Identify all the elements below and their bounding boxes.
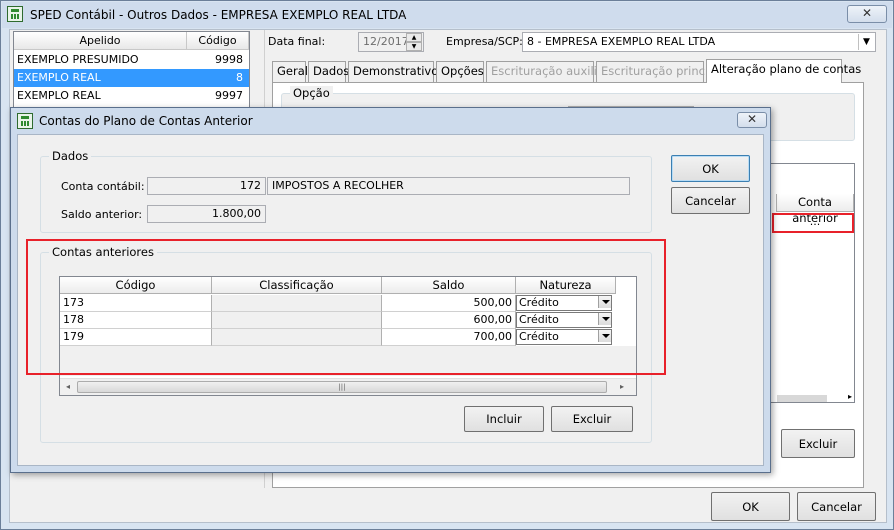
empresa-label: Empresa/SCP: [446,35,523,48]
company-row[interactable]: EXEMPLO PRESUMIDO 9998 [14,51,249,69]
ok-button[interactable]: OK [711,492,790,521]
tab-escrituracao-auxiliar: Escrituração auxiliar [486,61,609,82]
company-codigo: 9997 [215,89,243,102]
col-header-apelido[interactable]: Apelido [14,32,187,50]
incluir-button[interactable]: Incluir [464,406,544,432]
dados-legend: Dados [49,149,92,163]
panel-excluir-button[interactable]: Excluir [781,429,855,458]
company-row[interactable]: EXEMPLO REAL 9997 [14,87,249,105]
conta-contabil-code[interactable]: 172 [147,177,266,195]
saldo-anterior-label: Saldo anterior: [61,208,143,221]
company-row-selected[interactable]: EXEMPLO REAL 8 [14,69,249,87]
data-final-spinner[interactable]: ▲ ▼ [406,33,422,51]
dialog-close-button[interactable]: ✕ [737,112,767,128]
conta-contabil-label: Conta contábil: [61,180,145,193]
opcao-legend: Opção [290,86,333,100]
spin-down-icon[interactable]: ▼ [406,42,422,51]
saldo-anterior-value[interactable]: 1.800,00 [147,205,266,223]
title-bar: SPED Contábil - Outros Dados - EMPRESA E… [2,2,892,28]
grid-hscroll[interactable]: ◂ ||| ▸ [60,378,636,395]
company-codigo: 8 [236,71,243,84]
scroll-right-icon[interactable]: ▸ [616,381,628,393]
conta-contabil-name[interactable]: IMPOSTOS A RECOLHER [267,177,630,195]
dialog-ok-button[interactable]: OK [671,155,750,182]
spin-up-icon[interactable]: ▲ [406,33,422,42]
highlight-contas-anteriores [26,239,666,375]
chevron-down-icon[interactable]: ▼ [858,34,874,50]
dialog-cancel-button[interactable]: Cancelar [671,187,750,214]
dados-group: Dados Conta contábil: 172 IMPOSTOS A REC… [40,149,652,233]
company-codigo: 9998 [215,53,243,66]
dialog-client: Dados Conta contábil: 172 IMPOSTOS A REC… [17,134,764,466]
grid-hscroll-thumb[interactable] [777,395,827,402]
tab-geral[interactable]: Geral [272,61,308,82]
tab-escrituracao-principal: Escrituração principal [596,61,726,82]
window-title: SPED Contábil - Outros Dados - EMPRESA E… [30,8,407,22]
tab-strip: Geral Dados Demonstrativos Opções Escrit… [272,59,864,83]
tab-demonstrativos[interactable]: Demonstrativos [348,61,444,82]
company-apelido: EXEMPLO REAL [17,71,101,84]
empresa-select[interactable]: 8 - EMPRESA EXEMPLO REAL LTDA [522,32,876,52]
col-header-codigo[interactable]: Código [187,32,249,50]
app-icon [7,6,23,22]
cancel-button[interactable]: Cancelar [797,492,876,521]
dialog-contas-anteriores: Contas do Plano de Contas Anterior ✕ Dad… [10,107,771,473]
col-header-conta-anterior[interactable]: Conta anterior [776,194,854,225]
tab-dados[interactable]: Dados [308,61,349,82]
window-close-button[interactable]: ✕ [847,5,887,23]
tab-opcoes[interactable]: Opções [436,61,484,82]
company-apelido: EXEMPLO PRESUMIDO [17,53,139,66]
tab-alteracao-plano-de-contas[interactable]: Alteração plano de contas [706,59,861,83]
hscroll-thumb[interactable]: ||| [77,381,607,393]
dialog-title: Contas do Plano de Contas Anterior [39,114,253,128]
scroll-left-icon[interactable]: ◂ [62,381,74,393]
company-apelido: EXEMPLO REAL [17,89,101,102]
dialog-excluir-button[interactable]: Excluir [551,406,633,432]
dialog-app-icon [17,113,33,129]
data-final-label: Data final: [268,35,326,48]
highlight-conta-anterior [772,213,854,233]
